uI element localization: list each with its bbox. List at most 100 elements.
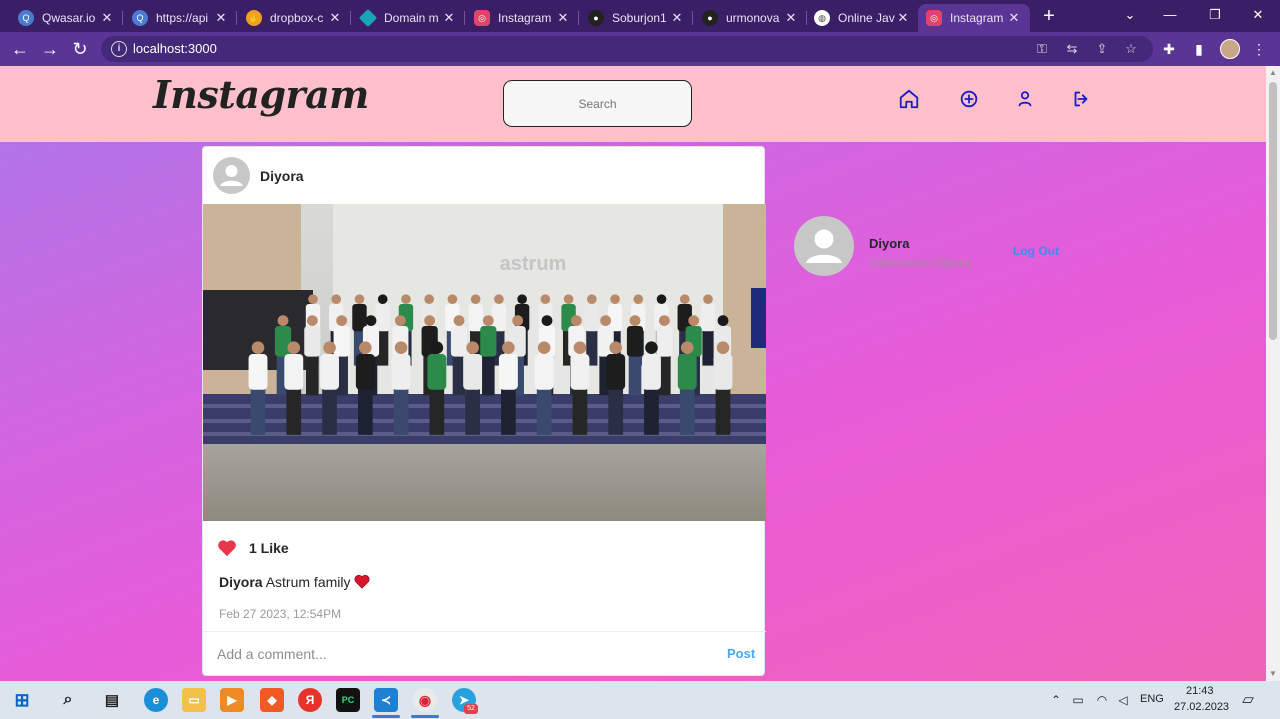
scrollbar-thumb[interactable] (1269, 82, 1277, 340)
photo-person-legs (286, 388, 302, 435)
vscode-icon[interactable]: ≺ (374, 688, 398, 712)
share-icon[interactable]: ⇪ (1094, 41, 1110, 57)
site-info-icon[interactable]: i (111, 41, 127, 57)
browser-tab-active[interactable]: ◎ Instagram ✕ (918, 4, 1030, 32)
comment-input[interactable] (217, 643, 707, 665)
close-tab-icon[interactable]: ✕ (669, 10, 685, 26)
close-tab-icon[interactable]: ✕ (441, 10, 457, 26)
menu-kebab-icon[interactable]: ⋮ (1250, 40, 1268, 58)
photo-person-legs (536, 388, 552, 435)
forward-button[interactable]: → (39, 38, 61, 60)
red-heart-emoji-icon (354, 574, 370, 589)
diamond-icon (358, 8, 378, 28)
photo-person-body (713, 354, 733, 390)
browser-tab[interactable]: ● urmonova ✕ (694, 4, 807, 32)
profile-avatar[interactable] (1220, 39, 1240, 59)
close-tab-icon[interactable]: ✕ (895, 10, 911, 26)
post-comment-button[interactable]: Post (727, 646, 755, 661)
photo-person-body (584, 304, 600, 332)
scroll-down-arrow-icon[interactable]: ▼ (1269, 670, 1277, 678)
media-player-icon[interactable]: ▶ (220, 688, 244, 712)
bookmark-star-icon[interactable]: ☆ (1123, 41, 1139, 57)
file-explorer-icon[interactable]: ▭ (182, 688, 206, 712)
close-tab-icon[interactable]: ✕ (1006, 10, 1022, 26)
close-window-button[interactable]: ✕ (1236, 4, 1280, 26)
photo-person-body (284, 354, 304, 390)
key-icon[interactable]: ⚿ (1034, 41, 1050, 57)
post-photo[interactable]: astrum (203, 204, 766, 521)
instagram-logo[interactable]: Instagram (153, 72, 369, 117)
photo-person-head (394, 341, 408, 354)
caption-username[interactable]: Diyora (219, 574, 263, 590)
close-tab-icon[interactable]: ✕ (327, 10, 343, 26)
post-author-avatar[interactable] (213, 157, 250, 194)
globe-icon: ◍ (814, 10, 830, 26)
photo-person-body (274, 326, 292, 357)
photo-person-head (717, 315, 729, 326)
browser-tab[interactable]: Q https://api ✕ (124, 4, 237, 32)
profile-icon[interactable] (1014, 88, 1036, 110)
scroll-up-arrow-icon[interactable]: ▲ (1269, 69, 1277, 77)
photo-person-head (629, 315, 641, 326)
windows-start-icon[interactable]: ⊞ (10, 688, 34, 712)
photo-person-legs (644, 388, 659, 435)
clock-time[interactable]: 21:43 (1186, 685, 1214, 697)
chrome-browser-icon[interactable]: ◉ (413, 688, 437, 712)
extensions-puzzle-icon[interactable]: ✚ (1160, 40, 1178, 58)
battery-icon[interactable]: ▭ (1071, 693, 1085, 707)
restore-button[interactable]: ❐ (1193, 4, 1237, 26)
wifi-icon[interactable]: ◠ (1095, 693, 1109, 707)
photo-person-head (251, 341, 265, 354)
close-tab-icon[interactable]: ✕ (99, 10, 115, 26)
notifications-icon[interactable]: ▱ (1241, 692, 1255, 707)
pycharm-icon[interactable]: PC (336, 688, 360, 712)
browser-tab[interactable]: ● Soburjon1 ✕ (580, 4, 693, 32)
minimize-button[interactable]: — (1148, 4, 1192, 26)
close-tab-icon[interactable]: ✕ (555, 10, 571, 26)
heart-like-icon[interactable] (217, 539, 237, 557)
post-author-name[interactable]: Diyora (260, 168, 304, 184)
page-scrollbar[interactable]: ▲ ▼ (1266, 66, 1280, 681)
browser-tab[interactable]: ✋ dropbox-c ✕ (238, 4, 351, 32)
address-bar[interactable]: i localhost:3000 ⚿ ⇆ ⇪ ☆ (101, 36, 1153, 62)
edge-browser-icon[interactable]: e (144, 688, 168, 712)
yandex-browser-icon[interactable]: Я (298, 688, 322, 712)
new-tab-button[interactable]: + (1038, 6, 1060, 28)
translate-icon[interactable]: ⇆ (1064, 41, 1080, 57)
photo-person-legs (679, 388, 695, 435)
photo-person-head (401, 294, 411, 304)
browser-tab[interactable]: ◍ Online Java ✕ (806, 4, 919, 32)
home-icon[interactable] (898, 88, 920, 110)
browser-tab[interactable]: Domain m ✕ (352, 4, 465, 32)
reload-button[interactable]: ↻ (69, 38, 91, 60)
brave-browser-icon[interactable]: ◆ (260, 688, 284, 712)
sidebar-username[interactable]: Diyora (869, 236, 909, 251)
photo-person-head (287, 341, 301, 354)
photo-person-legs (715, 388, 731, 435)
url-text: localhost:3000 (133, 41, 217, 56)
show-hidden-icons-chevron-icon[interactable]: ⌃ (1049, 693, 1063, 707)
photo-person-head (277, 315, 289, 326)
add-post-icon[interactable] (958, 88, 980, 110)
side-panel-icon[interactable]: ▮ (1190, 40, 1208, 58)
photo-person-head (517, 294, 527, 304)
clock-date[interactable]: 27.02.2023 (1174, 701, 1229, 713)
search-icon[interactable]: ⌕ (56, 688, 80, 712)
logout-link[interactable]: Log Out (1013, 244, 1059, 258)
photo-person-body (677, 354, 697, 390)
sidebar-avatar[interactable] (794, 216, 854, 276)
browser-tab[interactable]: Q Qwasar.io ✕ (10, 4, 123, 32)
close-tab-icon[interactable]: ✕ (783, 10, 799, 26)
photo-person-body (320, 354, 339, 390)
search-input[interactable] (503, 80, 692, 127)
tab-search-chevron-icon[interactable]: ⌄ (1108, 4, 1152, 26)
logout-icon[interactable] (1070, 88, 1092, 110)
app-header: Instagram (0, 66, 1266, 142)
back-button[interactable]: ← (9, 38, 31, 60)
task-view-icon[interactable]: ▤ (100, 688, 124, 712)
volume-muted-icon[interactable]: ◁ (1116, 693, 1130, 707)
caption-text: Astrum family (265, 574, 351, 590)
browser-tab[interactable]: ◎ Instagram ✕ (466, 4, 579, 32)
input-language[interactable]: ENG (1140, 693, 1164, 705)
close-tab-icon[interactable]: ✕ (213, 10, 229, 26)
